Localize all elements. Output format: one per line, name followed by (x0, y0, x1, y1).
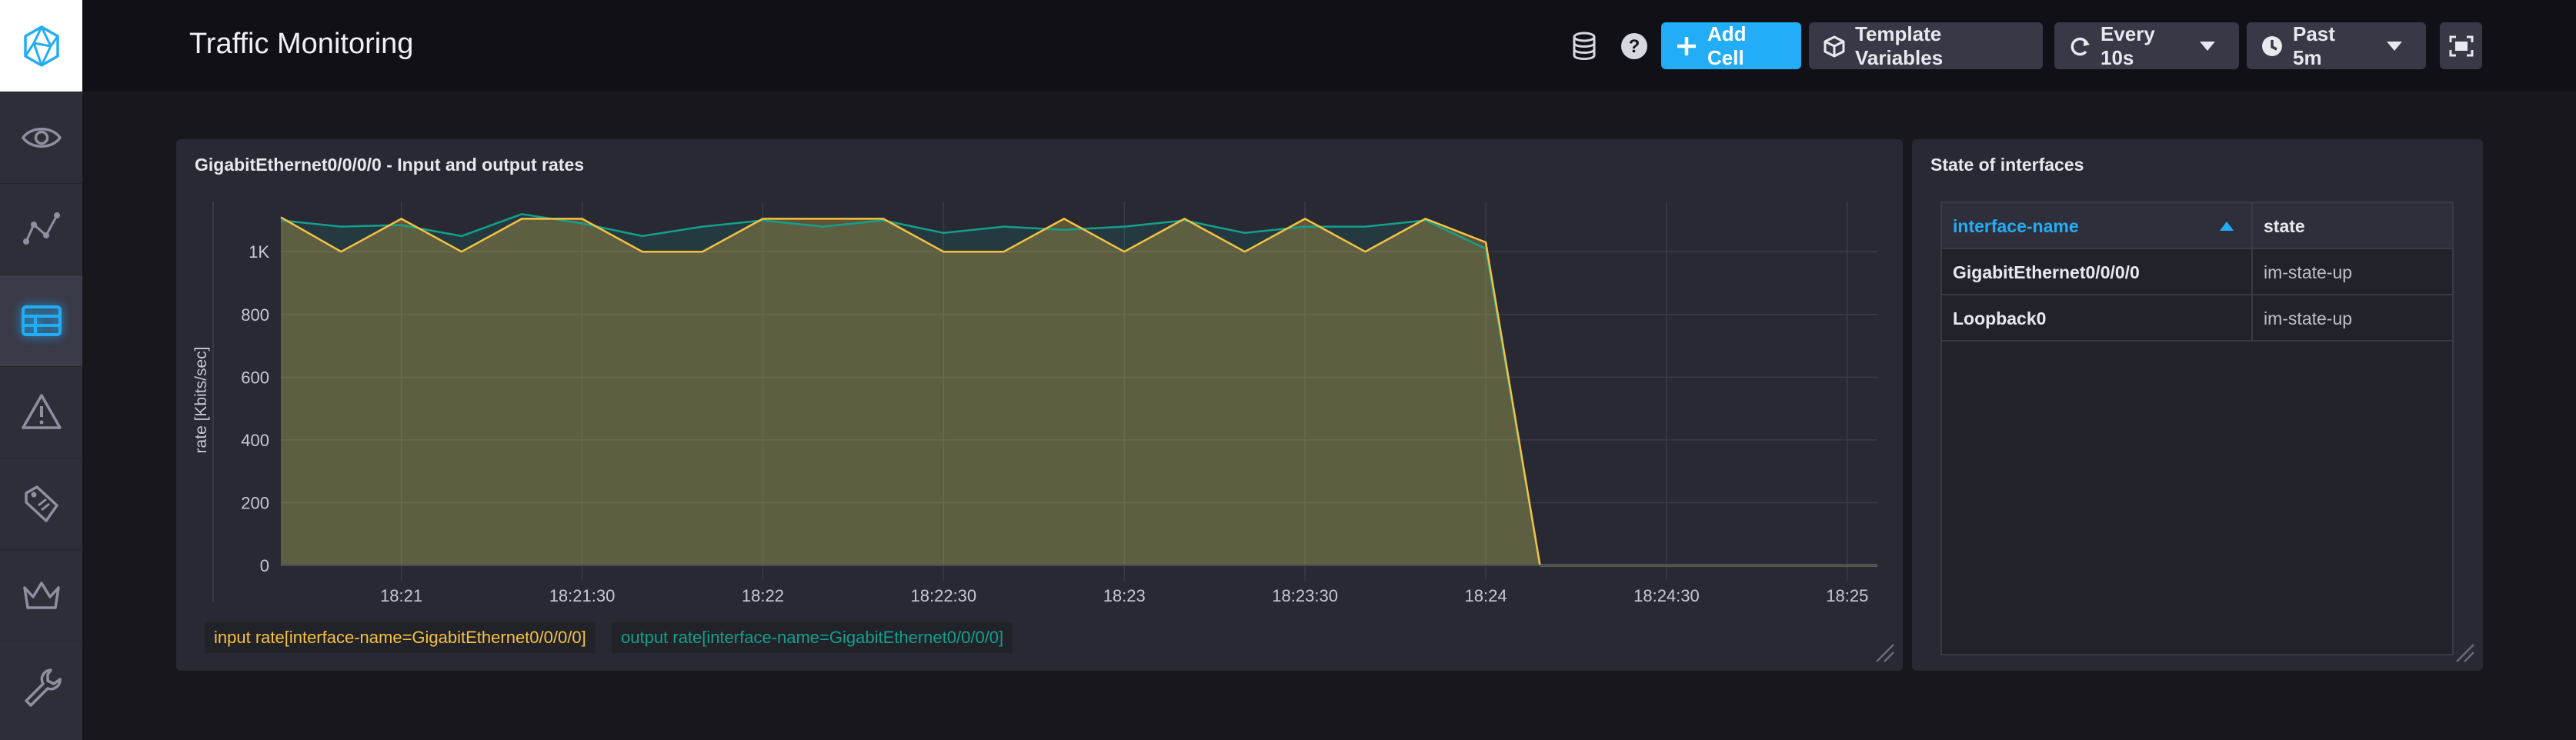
table-cell-interface: Loopback0 (1942, 295, 2253, 342)
y-tick-label: 0 (260, 556, 269, 575)
column-header-label: state (2264, 215, 2305, 236)
table-row: GigabitEthernet0/0/0/0 im-state-up (1942, 249, 2452, 295)
y-tick-label: 800 (241, 305, 269, 325)
table-cell-state: im-state-up (2264, 308, 2353, 328)
table-header-row: interface-name state (1942, 203, 2452, 249)
resize-handle-icon[interactable] (2455, 643, 2475, 663)
x-tick-label: 18:23:30 (1272, 586, 1338, 605)
y-tick-label: 400 (241, 431, 269, 450)
y-tick-label: 1K (249, 242, 269, 262)
table-row: Loopback0 im-state-up (1942, 295, 2452, 342)
column-header-interface-name[interactable]: interface-name (1942, 203, 2253, 249)
x-tick-label: 18:24:30 (1633, 586, 1700, 605)
y-axis-label: rate [Kbits/sec] (192, 347, 210, 454)
table-cell-state: im-state-up (2264, 262, 2353, 282)
sort-ascending-icon (2220, 222, 2234, 231)
interface-state-table: interface-name state GigabitEthernet0/0/… (1940, 202, 2454, 655)
y-tick-label: 600 (241, 368, 269, 387)
column-header-label: interface-name (1953, 215, 2079, 236)
x-tick-label: 18:25 (1826, 586, 1868, 605)
x-tick-label: 18:23 (1103, 586, 1146, 605)
state-cell-title: State of interfaces (1930, 155, 2084, 175)
legend-item-output-rate[interactable]: output rate[interface-name=GigabitEthern… (612, 622, 1013, 653)
series-area-0 (281, 217, 1877, 565)
table-cell-interface: GigabitEthernet0/0/0/0 (1942, 249, 2253, 295)
legend-item-input-rate[interactable]: input rate[interface-name=GigabitEtherne… (205, 622, 596, 653)
x-tick-label: 18:22:30 (911, 586, 977, 605)
legend-label: input rate[interface-name=GigabitEtherne… (214, 628, 586, 647)
x-tick-label: 18:22 (742, 586, 784, 605)
x-tick-label: 18:21 (380, 586, 422, 605)
x-tick-label: 18:24 (1465, 586, 1507, 605)
legend-label: output rate[interface-name=GigabitEthern… (621, 628, 1004, 647)
y-tick-label: 200 (241, 493, 269, 512)
x-tick-label: 18:21:30 (549, 586, 616, 605)
column-header-state[interactable]: state (2253, 203, 2452, 249)
